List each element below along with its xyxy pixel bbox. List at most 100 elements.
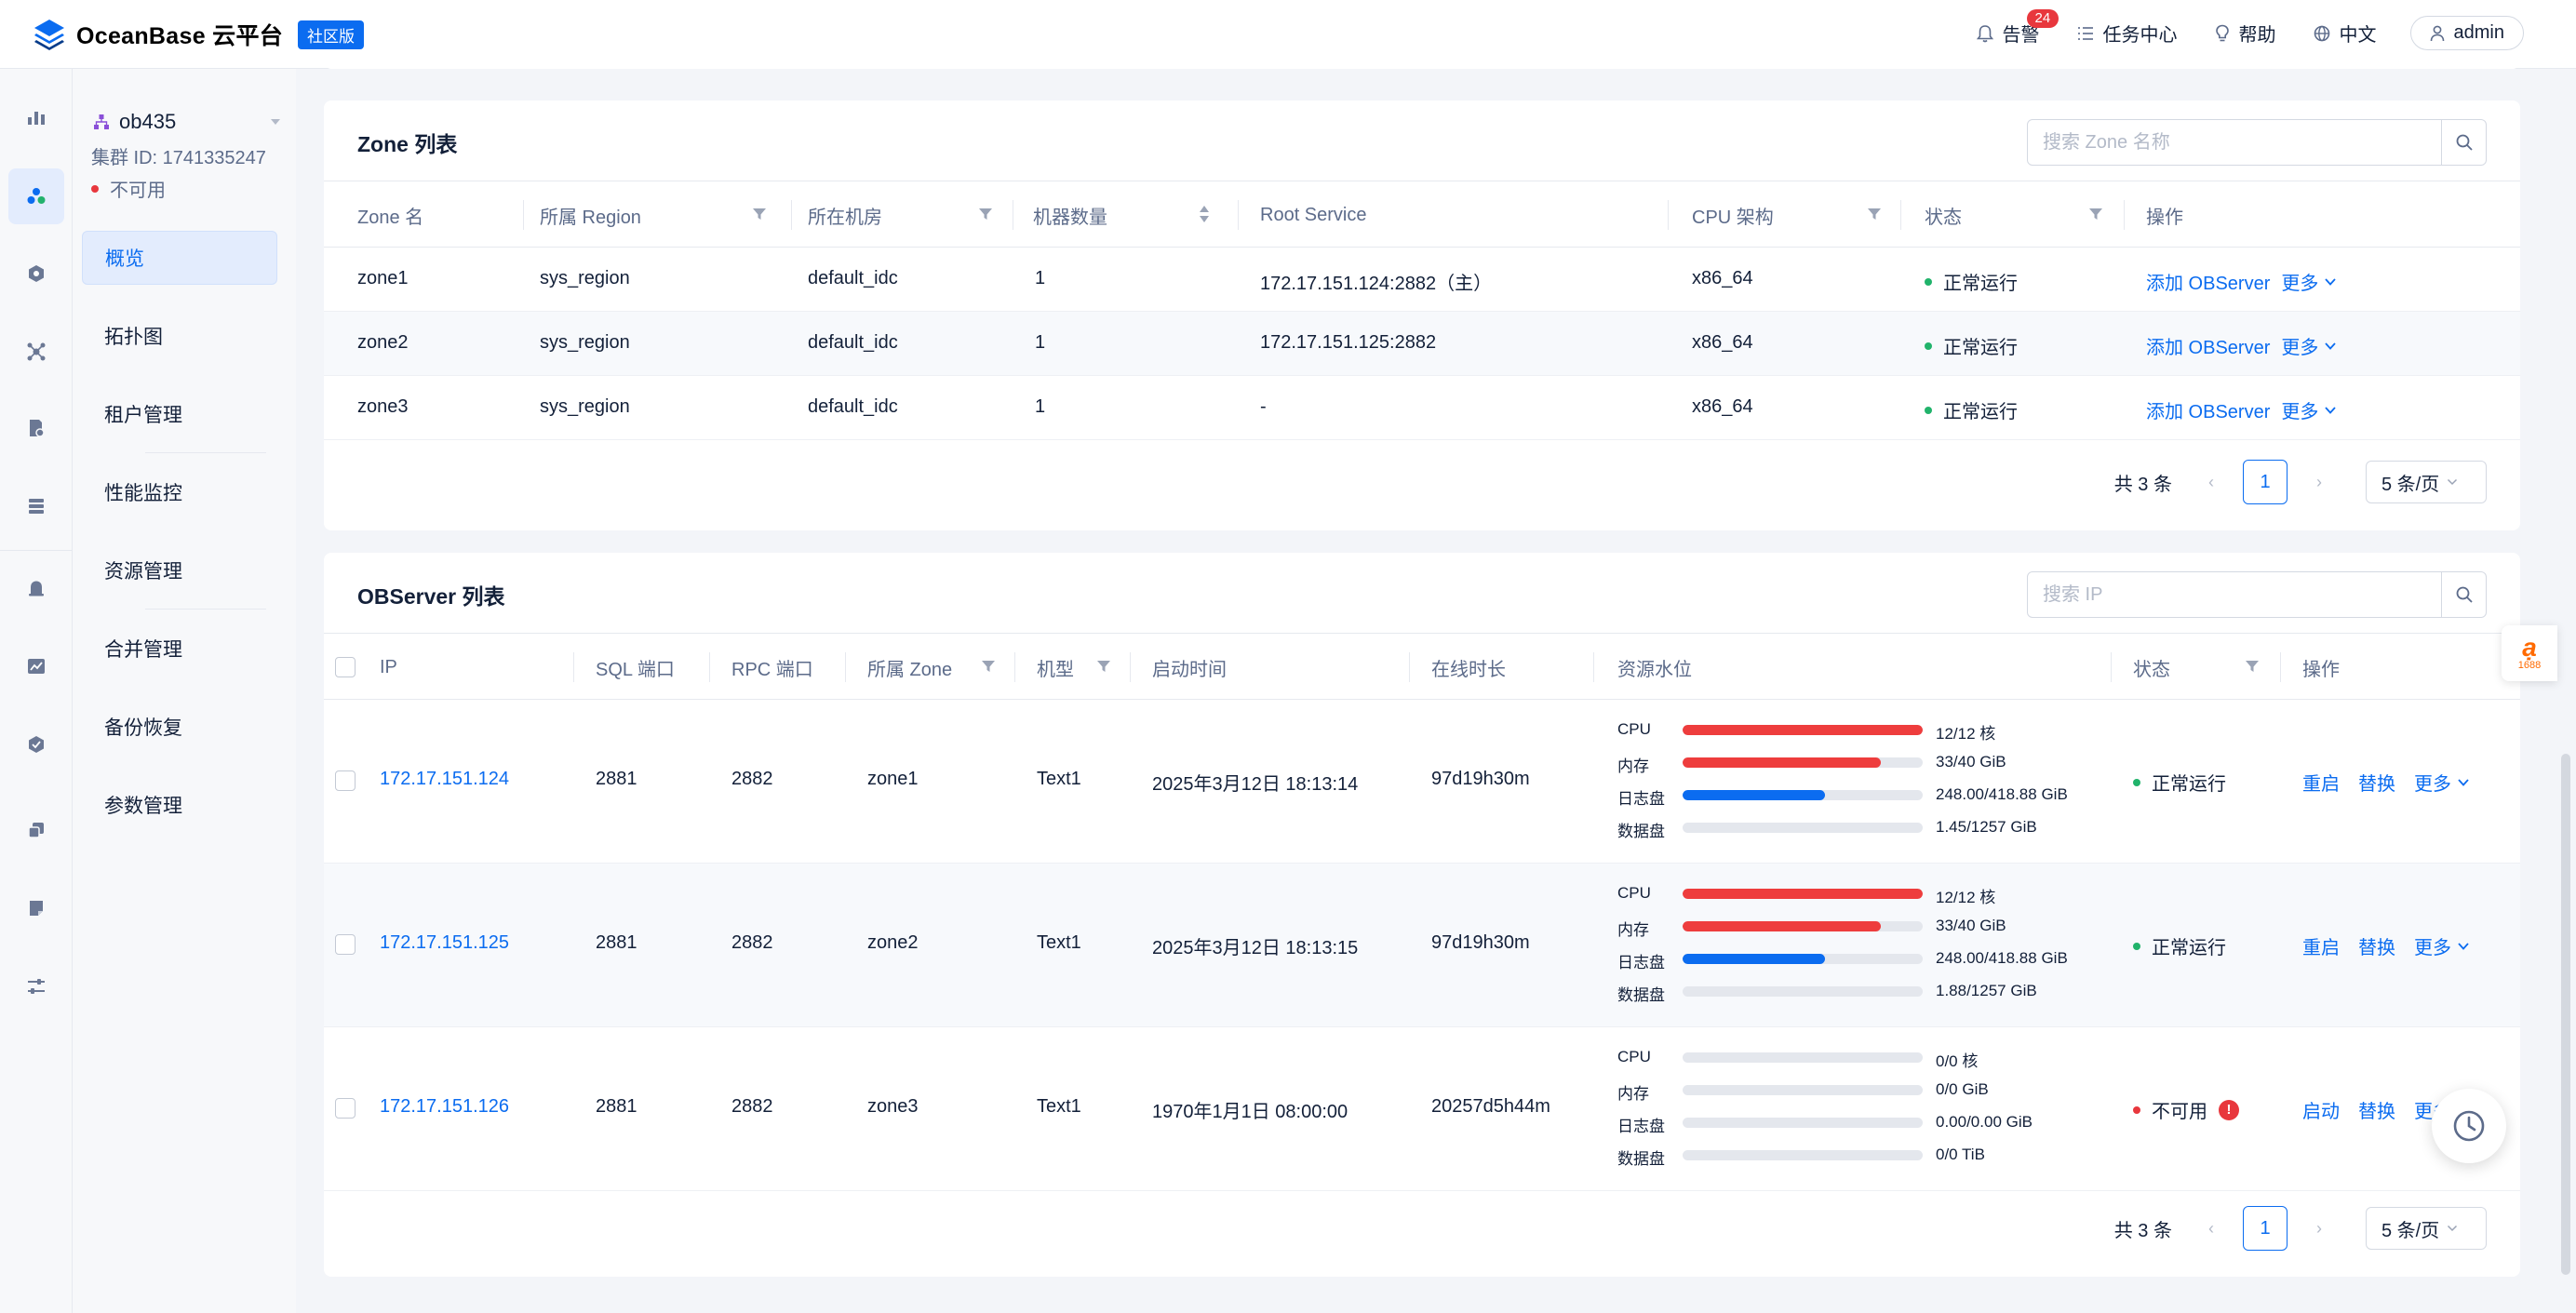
- add-observer-button[interactable]: 添加 OBServer: [2146, 396, 2270, 423]
- prev-page-button[interactable]: ‹: [2193, 473, 2230, 492]
- row-checkbox[interactable]: [335, 1098, 356, 1119]
- add-observer-button[interactable]: 添加 OBServer: [2146, 268, 2270, 295]
- oceanbase-logo-icon: [34, 20, 64, 50]
- alarm-button[interactable]: 告警 24: [1976, 9, 2059, 47]
- nav-item-performance-monitoring[interactable]: 性能监控: [82, 465, 277, 519]
- col-divider: [2280, 652, 2281, 682]
- page-size-label: 5 条/页: [2381, 474, 2440, 495]
- observer-search-input[interactable]: [2028, 572, 2441, 617]
- trend-icon[interactable]: [25, 655, 47, 677]
- resource-value: 0/0 核: [1936, 1052, 1979, 1070]
- zone-status: 正常运行: [1925, 332, 2018, 359]
- prev-page-button[interactable]: ‹: [2193, 1219, 2230, 1239]
- replace-button[interactable]: 替换: [2358, 932, 2395, 959]
- col-resource-usage: 资源水位: [1617, 659, 1692, 680]
- row-checkbox[interactable]: [335, 934, 356, 955]
- logo[interactable]: OceanBase 云平台 社区版: [32, 17, 365, 52]
- resource-bar: [1683, 921, 1923, 931]
- filter-icon[interactable]: [752, 207, 767, 221]
- filter-icon[interactable]: [1867, 207, 1882, 221]
- page-size-select[interactable]: 5 条/页: [2366, 1207, 2487, 1250]
- filter-icon[interactable]: [981, 659, 996, 674]
- zone-table-header: Zone 名 所属 Region 所在机房 机器数量 Root Service …: [324, 181, 2520, 248]
- rpc-port: 2882: [731, 1096, 773, 1117]
- document-settings-icon[interactable]: [25, 417, 47, 439]
- more-button[interactable]: 更多: [2414, 932, 2470, 959]
- select-all-checkbox[interactable]: [335, 657, 356, 677]
- zone-search-input[interactable]: [2028, 120, 2441, 165]
- side-promo-badge[interactable]: ạ 1688: [2502, 625, 2557, 681]
- security-icon[interactable]: [25, 733, 47, 756]
- observer-ip-link[interactable]: 172.17.151.125: [380, 932, 509, 954]
- user-menu[interactable]: admin: [2409, 16, 2524, 50]
- col-divider: [1593, 652, 1594, 682]
- more-button[interactable]: 更多: [2281, 396, 2337, 423]
- clock-icon: [2453, 1110, 2485, 1142]
- help-button[interactable]: 帮助: [2215, 20, 2276, 47]
- resource-label: CPU: [1617, 884, 1651, 902]
- tenant-icon[interactable]: [25, 262, 47, 285]
- note-icon[interactable]: [25, 897, 47, 919]
- dashboard-icon[interactable]: [25, 106, 47, 128]
- zone-name: zone2: [357, 332, 409, 353]
- page-size-select[interactable]: 5 条/页: [2366, 461, 2487, 503]
- action-primary-button[interactable]: 重启: [2302, 932, 2340, 959]
- action-primary-button[interactable]: 重启: [2302, 769, 2340, 796]
- sliders-icon[interactable]: [25, 975, 47, 998]
- cluster-icon[interactable]: [25, 185, 47, 208]
- zone-search-button[interactable]: [2441, 120, 2486, 165]
- filter-icon[interactable]: [1096, 659, 1111, 674]
- zone-idc: default_idc: [808, 332, 898, 353]
- nav-item-tenant-management[interactable]: 租户管理: [82, 387, 277, 441]
- observer-status: 正常运行: [2133, 769, 2226, 796]
- zone-root-service: 172.17.151.124:2882（主）: [1260, 274, 1493, 294]
- nav-item-topology[interactable]: 拓扑图: [82, 309, 277, 363]
- language-switch[interactable]: 中文: [2314, 20, 2377, 47]
- zone-region: sys_region: [540, 396, 630, 417]
- more-button[interactable]: 更多: [2414, 769, 2470, 796]
- row-checkbox[interactable]: [335, 770, 356, 791]
- zone-name: zone1: [357, 268, 409, 288]
- page-number-button[interactable]: 1: [2243, 460, 2288, 504]
- error-icon[interactable]: !: [2219, 1099, 2239, 1120]
- page-number-button[interactable]: 1: [2243, 1206, 2288, 1251]
- next-page-button[interactable]: ›: [2301, 473, 2338, 492]
- observer-search-button[interactable]: [2441, 572, 2486, 617]
- topology-icon[interactable]: [25, 341, 47, 363]
- filter-icon[interactable]: [978, 207, 993, 221]
- more-button[interactable]: 更多: [2281, 332, 2337, 359]
- resource-label: CPU: [1617, 720, 1651, 738]
- col-uptime: 在线时长: [1431, 659, 1506, 680]
- cluster-switcher[interactable]: ob435: [93, 110, 282, 134]
- task-center-button[interactable]: 任务中心: [2077, 20, 2178, 47]
- task-center-label: 任务中心: [2102, 25, 2178, 46]
- sort-icon[interactable]: [1199, 204, 1210, 224]
- observer-ip-link[interactable]: 172.17.151.124: [380, 769, 509, 790]
- zone-actions: 添加 OBServer 更多: [2146, 332, 2355, 359]
- next-page-button[interactable]: ›: [2301, 1219, 2338, 1239]
- history-button[interactable]: [2432, 1089, 2506, 1163]
- page-scrollbar[interactable]: [2561, 754, 2570, 1275]
- nav-item-resource-management[interactable]: 资源管理: [82, 543, 277, 597]
- nav-item-overview[interactable]: 概览: [82, 231, 277, 285]
- filter-icon[interactable]: [2245, 659, 2260, 674]
- observer-ip-link[interactable]: 172.17.151.126: [380, 1096, 509, 1118]
- nav-item-parameter-management[interactable]: 参数管理: [82, 778, 277, 832]
- resource-label: 数据盘: [1617, 986, 1665, 1004]
- nav-item-backup-restore[interactable]: 备份恢复: [82, 700, 277, 754]
- add-observer-button[interactable]: 添加 OBServer: [2146, 332, 2270, 359]
- alarm-rail-icon[interactable]: [25, 577, 47, 599]
- zone-root-service: -: [1260, 396, 1267, 417]
- replace-button[interactable]: 替换: [2358, 769, 2395, 796]
- more-button[interactable]: 更多: [2281, 268, 2337, 295]
- nav-item-merge-management[interactable]: 合并管理: [82, 622, 277, 676]
- resource-bar-fill: [1683, 954, 1825, 964]
- filter-icon[interactable]: [2088, 207, 2103, 221]
- copy-icon[interactable]: [25, 819, 47, 841]
- zone-cpu-arch: x86_64: [1692, 332, 1753, 353]
- database-icon[interactable]: [25, 495, 47, 517]
- pagination-total: 共 3 条: [2113, 1220, 2172, 1241]
- zone-actions: 添加 OBServer 更多: [2146, 268, 2355, 295]
- replace-button[interactable]: 替换: [2358, 1096, 2395, 1123]
- action-primary-button[interactable]: 启动: [2302, 1096, 2340, 1123]
